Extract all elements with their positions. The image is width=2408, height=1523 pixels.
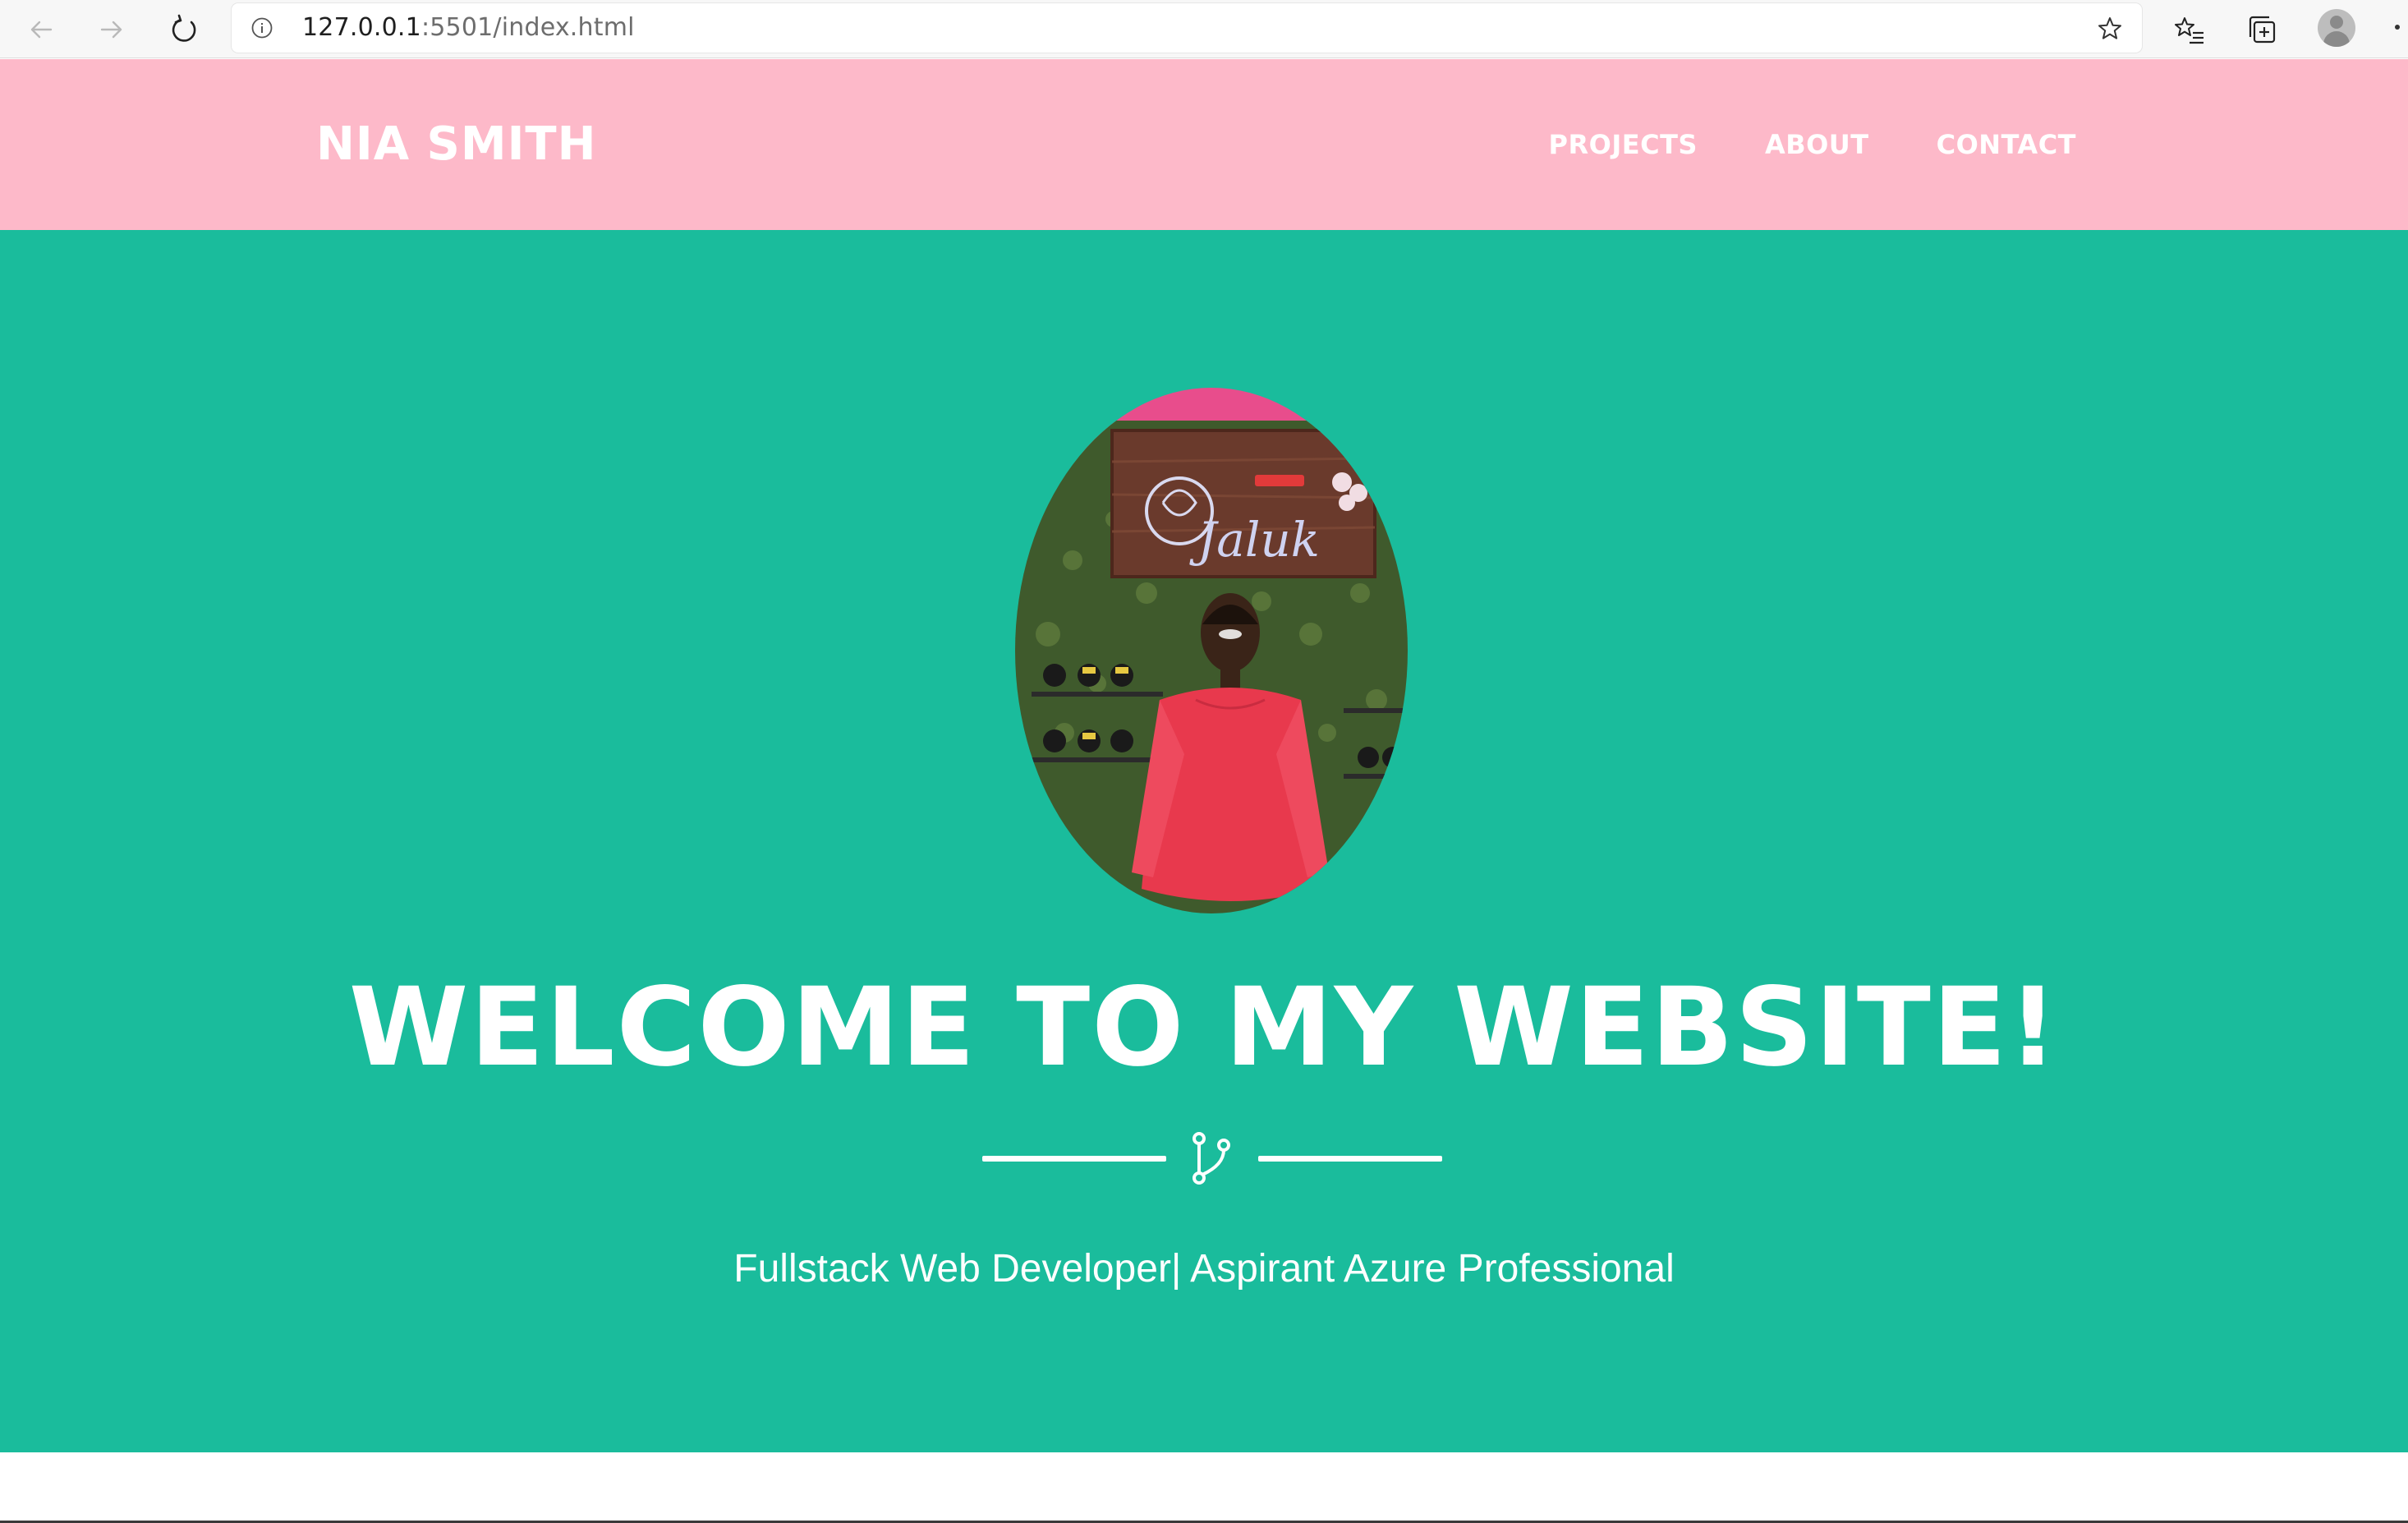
url-path: :5501/index.html bbox=[420, 13, 635, 42]
favorite-star-icon[interactable] bbox=[2096, 15, 2124, 43]
more-menu-icon[interactable] bbox=[2395, 25, 2400, 30]
profile-avatar[interactable] bbox=[2318, 9, 2355, 47]
url-host: 127.0.0.1 bbox=[302, 13, 421, 42]
site-header: NIA SMITH PROJECTS ABOUT CONTACT bbox=[0, 59, 2408, 230]
collections-icon bbox=[2249, 16, 2276, 44]
divider-line-left bbox=[982, 1156, 1166, 1162]
nav-link-about[interactable]: ABOUT bbox=[1765, 129, 1869, 160]
hero-subtitle: Fullstack Web Developer| Aspirant Azure … bbox=[733, 1247, 1675, 1291]
profile-photo-illustration: Jaluk bbox=[1015, 388, 1408, 913]
avatar-body bbox=[2323, 31, 2350, 47]
refresh-icon bbox=[172, 14, 196, 42]
next-section bbox=[0, 1452, 2408, 1523]
avatar-head bbox=[2330, 16, 2343, 29]
forward-arrow-icon bbox=[100, 21, 122, 39]
refresh-button[interactable] bbox=[163, 8, 205, 51]
hero-divider bbox=[982, 1130, 1442, 1188]
collections-button[interactable] bbox=[2242, 10, 2282, 49]
favorites-button[interactable] bbox=[2170, 10, 2209, 49]
favorites-list-icon bbox=[2175, 17, 2204, 44]
hero-title: WELCOME TO MY WEBSITE! bbox=[348, 964, 2060, 1091]
sign-text: Jaluk bbox=[1189, 512, 1320, 568]
code-branch-icon bbox=[1193, 1132, 1230, 1185]
main-nav: PROJECTS ABOUT CONTACT bbox=[1549, 59, 2076, 230]
brand-logo[interactable]: NIA SMITH bbox=[316, 59, 597, 230]
url-text[interactable]: 127.0.0.1:5501/index.html bbox=[302, 3, 635, 53]
forward-button[interactable] bbox=[90, 8, 133, 51]
browser-toolbar: 127.0.0.1:5501/index.html bbox=[0, 0, 2408, 58]
back-button[interactable] bbox=[20, 8, 62, 51]
profile-photo: Jaluk bbox=[1015, 388, 1408, 913]
nav-link-contact[interactable]: CONTACT bbox=[1937, 129, 2076, 160]
site-info-icon[interactable] bbox=[251, 17, 273, 39]
divider-line-right bbox=[1258, 1156, 1442, 1162]
hero-section: Jaluk WELCOME TO MY WEBSITE! Fullstack W… bbox=[0, 230, 2408, 1452]
address-bar[interactable]: 127.0.0.1:5501/index.html bbox=[232, 3, 2142, 53]
nav-link-projects[interactable]: PROJECTS bbox=[1549, 129, 1698, 160]
back-arrow-icon bbox=[30, 21, 53, 39]
